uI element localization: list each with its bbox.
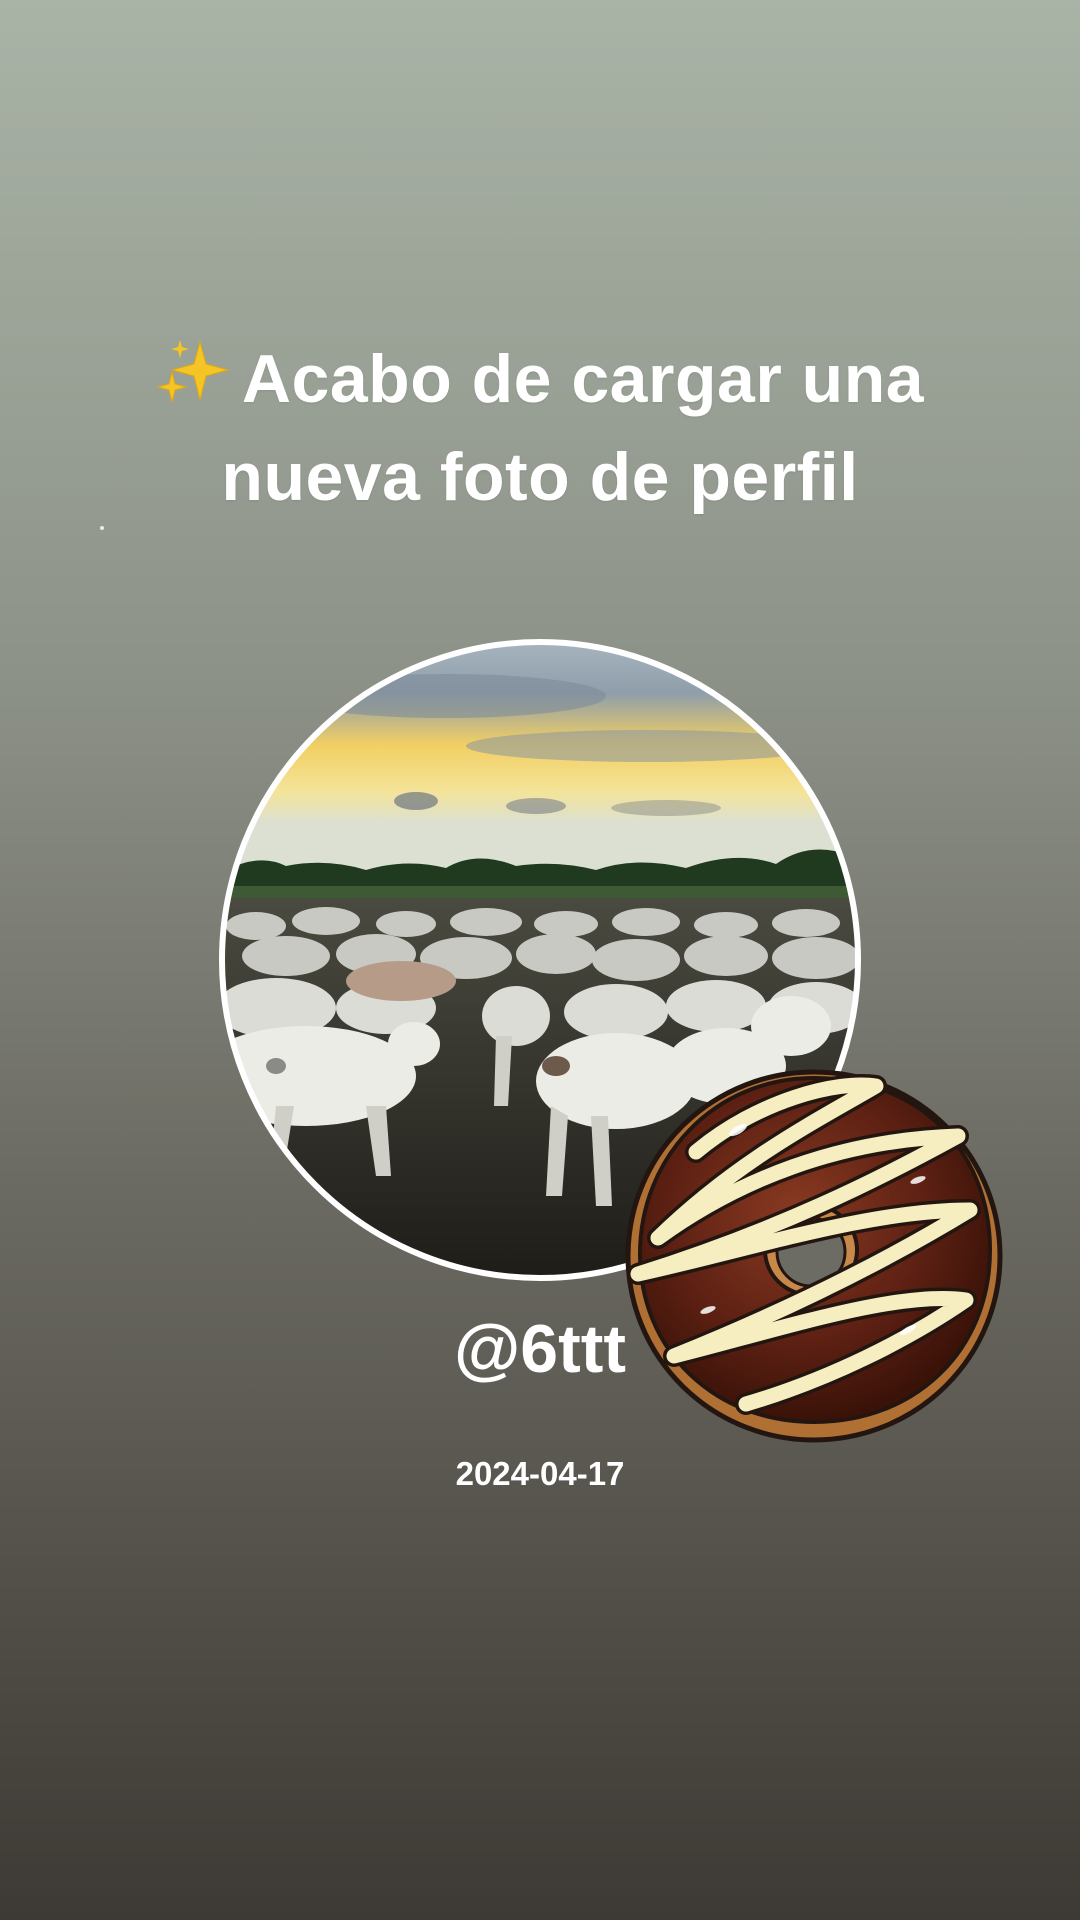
chocolate-donut-sticker[interactable] [618, 1060, 1008, 1450]
headline-line-2: nueva foto de perfil [221, 439, 859, 515]
sparkles-icon [156, 336, 234, 406]
headline-text-1: Acabo de cargar una [241, 341, 925, 417]
post-date: 2024-04-17 [455, 1455, 625, 1492]
decorative-dot [100, 526, 104, 530]
headline-line-1: Acabo de cargar una [0, 330, 1080, 428]
story-headline: Acabo de cargar una nueva foto de perfil [0, 330, 1080, 526]
